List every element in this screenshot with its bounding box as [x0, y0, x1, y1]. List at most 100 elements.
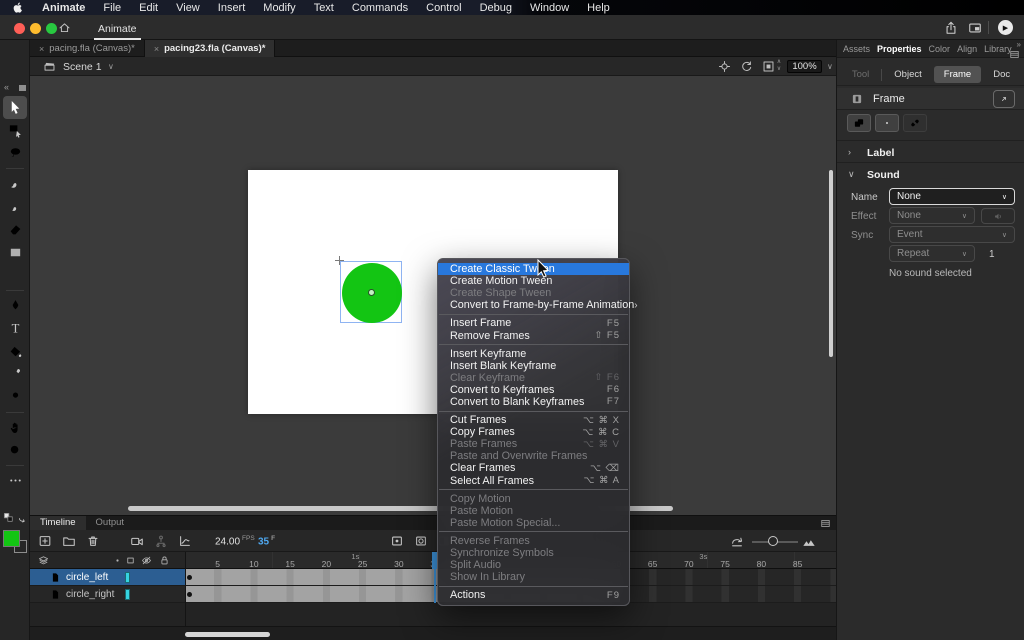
transform-point-icon[interactable] — [368, 289, 375, 296]
more-tools-tool-icon[interactable] — [3, 469, 27, 492]
paint-bucket-tool-icon[interactable] — [3, 340, 27, 363]
workspace-tab-animate[interactable]: Animate — [84, 18, 151, 40]
line-tool-icon[interactable] — [3, 264, 27, 287]
timeline-panel-menu-icon[interactable] — [820, 518, 831, 529]
parenting-view-icon[interactable] — [154, 534, 168, 548]
menu-item-clear-frames[interactable]: Clear Frames⌥ ⌫ — [438, 462, 629, 474]
menubar-item-debug[interactable]: Debug — [480, 2, 512, 14]
menu-item-insert-blank-keyframe[interactable]: Insert Blank Keyframe — [438, 360, 629, 372]
collapse-panel-icon[interactable]: » — [1017, 40, 1021, 49]
properties-subtab-doc[interactable]: Doc — [993, 69, 1010, 80]
properties-subtab-tool[interactable]: Tool — [852, 69, 869, 80]
frame-graph-icon[interactable] — [178, 534, 192, 548]
scene-breadcrumb[interactable]: Scene 1 — [63, 61, 102, 73]
classic-brush-tool-icon[interactable] — [3, 195, 27, 218]
timeline-divider[interactable] — [185, 552, 186, 626]
eyedropper-tool-icon[interactable] — [3, 363, 27, 386]
sound-effect-select[interactable]: None ∨ — [889, 207, 975, 224]
menubar-item-text[interactable]: Text — [314, 2, 334, 14]
zoom-step-down-icon[interactable]: ∨ — [775, 66, 783, 73]
collapse-tools-icon[interactable]: « — [4, 82, 9, 92]
center-frame-icon[interactable] — [390, 534, 404, 548]
text-tool-icon[interactable]: T — [3, 317, 27, 340]
fluid-brush-tool-icon[interactable] — [3, 172, 27, 195]
menubar-item-edit[interactable]: Edit — [139, 2, 158, 14]
rotation-tool-icon[interactable] — [740, 60, 753, 73]
reset-timeline-zoom-icon[interactable] — [730, 534, 744, 548]
timeline-tab-output[interactable]: Output — [86, 516, 135, 530]
keyframe-action-button[interactable] — [847, 114, 871, 132]
fill-color-swatch[interactable] — [3, 530, 20, 547]
sound-name-select[interactable]: None ∨ — [889, 188, 1015, 205]
center-stage-icon[interactable] — [718, 60, 731, 73]
menu-item-create-classic-tween[interactable]: Create Classic Tween — [438, 263, 629, 275]
menubar-item-animate[interactable]: Animate — [42, 2, 85, 14]
menu-item-create-motion-tween[interactable]: Create Motion Tween — [438, 275, 629, 287]
layer-color-chip[interactable] — [125, 589, 130, 600]
properties-subtab-frame[interactable]: Frame — [934, 66, 981, 83]
panel-tab-align[interactable]: Align — [957, 44, 977, 54]
scene-chevron-down-icon[interactable]: ∨ — [108, 62, 114, 71]
home-icon[interactable] — [58, 21, 71, 34]
document-tab[interactable]: ×pacing23.fla (Canvas)* — [145, 40, 276, 57]
menubar-item-view[interactable]: View — [176, 2, 200, 14]
menu-item-actions[interactable]: ActionsF9 — [438, 589, 629, 601]
tools-drag-handle[interactable] — [19, 85, 26, 91]
lasso-tool-icon[interactable] — [3, 142, 27, 165]
menu-item-copy-frames[interactable]: Copy Frames⌥ ⌘ C — [438, 426, 629, 438]
sound-edit-button[interactable] — [981, 208, 1015, 224]
menubar-item-commands[interactable]: Commands — [352, 2, 408, 14]
asset-warp-tool-icon[interactable] — [3, 386, 27, 409]
free-transform-tool-icon[interactable] — [3, 119, 27, 142]
panel-tab-library[interactable]: Library — [984, 44, 1012, 54]
keyframe-dot[interactable] — [187, 575, 192, 580]
sound-repeat-select[interactable]: Repeat ∨ — [889, 245, 975, 262]
test-movie-button[interactable]: ▶ — [998, 20, 1013, 35]
panel-tab-assets[interactable]: Assets — [843, 44, 870, 54]
sound-sync-select[interactable]: Event ∨ — [889, 226, 1015, 243]
menu-item-cut-frames[interactable]: Cut Frames⌥ ⌘ X — [438, 414, 629, 426]
stage-pasteboard[interactable] — [30, 76, 836, 515]
active-layer-column-icon[interactable] — [112, 555, 123, 566]
clip-content-icon[interactable] — [762, 60, 775, 73]
lock-layers-icon[interactable] — [159, 555, 170, 566]
loop-icon[interactable] — [414, 534, 428, 548]
properties-subtab-object[interactable]: Object — [894, 69, 921, 80]
fps-indicator[interactable]: 24.00FPS — [215, 535, 255, 547]
label-section-header[interactable]: › Label — [837, 144, 1024, 162]
timeline-zoom-in-icon[interactable] — [802, 534, 816, 548]
current-frame-indicator[interactable]: 35F — [258, 535, 275, 547]
zoom-stepper[interactable]: ∧ ∨ — [775, 59, 783, 73]
pen-tool-icon[interactable] — [3, 294, 27, 317]
layer-row-circle_left[interactable]: circle_left — [30, 569, 185, 586]
minimize-window-button[interactable] — [30, 23, 41, 34]
close-window-button[interactable] — [14, 23, 25, 34]
zoom-window-button[interactable] — [46, 23, 57, 34]
layer-row-circle_right[interactable]: circle_right — [30, 586, 185, 603]
panel-menu-icon[interactable] — [1009, 49, 1020, 60]
default-colors-icon[interactable] — [3, 512, 14, 523]
menu-item-insert-keyframe[interactable]: Insert Keyframe — [438, 348, 629, 360]
close-tab-icon[interactable]: × — [39, 44, 44, 54]
delete-layer-icon[interactable] — [86, 534, 100, 548]
menu-item-select-all-frames[interactable]: Select All Frames⌥ ⌘ A — [438, 475, 629, 487]
outline-column-icon[interactable] — [125, 555, 136, 566]
link-action-button[interactable] — [903, 114, 927, 132]
layer-name[interactable]: circle_left — [66, 572, 108, 583]
apple-menu-icon[interactable] — [12, 1, 24, 14]
camera-icon[interactable] — [130, 534, 144, 548]
menu-item-insert-frame[interactable]: Insert FrameF5 — [438, 317, 629, 329]
stage-vertical-scrollbar[interactable] — [829, 170, 833, 357]
new-layer-icon[interactable] — [38, 534, 52, 548]
zoom-step-up-icon[interactable]: ∧ — [775, 59, 783, 66]
zoom-tool-icon[interactable] — [3, 439, 27, 462]
timeline-zoom-knob[interactable] — [768, 536, 778, 546]
menubar-item-modify[interactable]: Modify — [263, 2, 295, 14]
rectangle-tool-icon[interactable] — [3, 241, 27, 264]
close-tab-icon[interactable]: × — [154, 44, 159, 54]
new-window-icon[interactable] — [968, 21, 982, 35]
layer-color-chip[interactable] — [125, 572, 130, 583]
menubar-item-file[interactable]: File — [103, 2, 121, 14]
edit-scene-icon[interactable] — [43, 60, 56, 73]
sound-section-header[interactable]: ∨ Sound — [837, 166, 1024, 184]
